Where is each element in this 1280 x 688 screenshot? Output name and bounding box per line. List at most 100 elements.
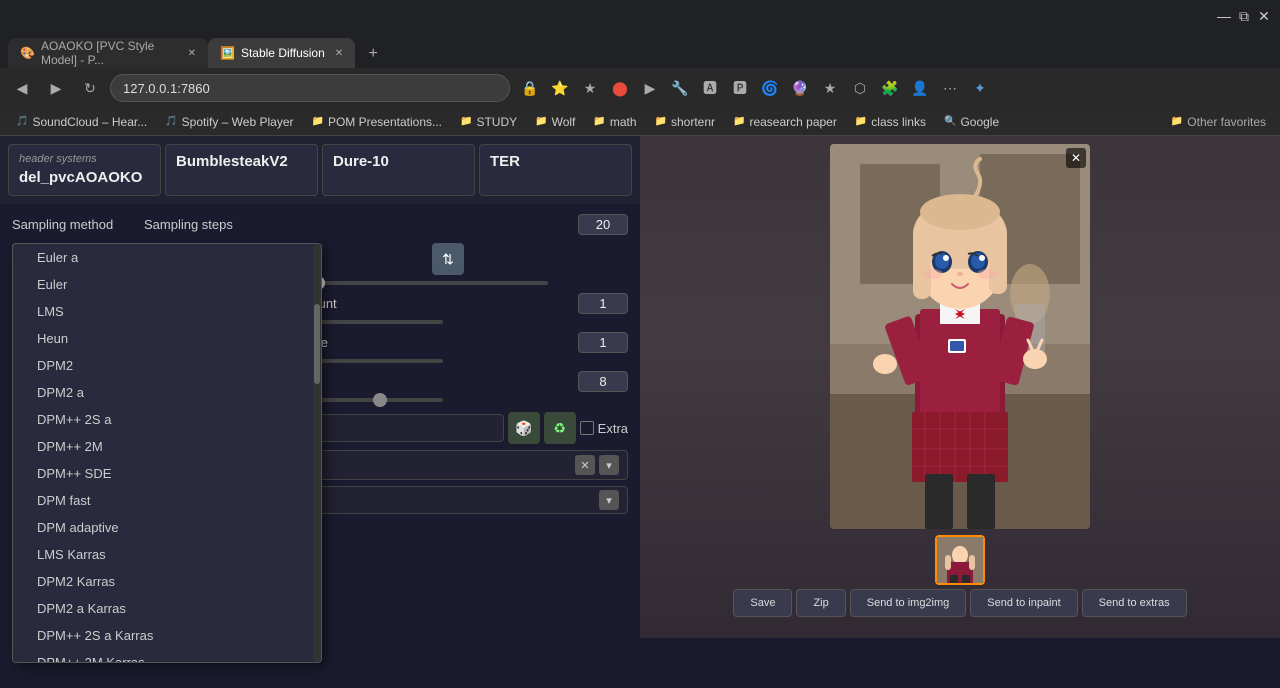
dropdown-item-dpm2m[interactable]: DPM++ 2M [13, 433, 321, 460]
sampling-dropdown-list[interactable]: Euler a Euler LMS Heun DPM2 DPM2 a DPM++… [12, 243, 322, 663]
dropdown-item-euler-a[interactable]: Euler a [13, 244, 321, 271]
browser-chrome: — ⧉ ✕ 🎨 AOAOKO [PVC Style Model] - P... … [0, 0, 1280, 136]
bookmark-google[interactable]: 🔍 Google [936, 113, 1007, 131]
swap-button[interactable]: ⇅ [432, 243, 464, 275]
extension-icon-5[interactable]: 🔧 [666, 74, 694, 102]
cfg-value[interactable]: 8 [578, 371, 628, 392]
recycle-button[interactable]: ♻ [544, 412, 576, 444]
extension-icon-2[interactable]: ⭐ [546, 74, 574, 102]
bookmark-research[interactable]: 📁 reasearch paper [725, 113, 845, 131]
dice-button[interactable]: 🎲 [508, 412, 540, 444]
refresh-button[interactable]: ↻ [76, 74, 104, 102]
dropdown-item-dpmadaptive[interactable]: DPM adaptive [13, 514, 321, 541]
dropdown-scrollbar-thumb[interactable] [314, 304, 320, 384]
cfg-slider-row [268, 398, 628, 402]
dropdown-item-dpm2akarras[interactable]: DPM2 a Karras [13, 595, 321, 622]
zip-button[interactable]: Zip [796, 589, 845, 617]
dropdown-item-lmskarras[interactable]: LMS Karras [13, 541, 321, 568]
extension-icon-6[interactable]: 🅰 [696, 74, 724, 102]
image-close-button[interactable]: ✕ [1066, 148, 1086, 168]
send-img2img-button[interactable]: Send to img2img [850, 589, 967, 617]
dropdown-item-euler[interactable]: Euler [13, 271, 321, 298]
extension-icon-3[interactable]: ★ [576, 74, 604, 102]
bookmark-shortenr[interactable]: 📁 shortenr [647, 113, 723, 131]
bookmark-class[interactable]: 📁 class links [847, 113, 934, 131]
batch-size-row: Batch size 1 [268, 332, 628, 353]
thumbnail-strip [935, 535, 985, 585]
close-icon: ✕ [1071, 151, 1081, 165]
dropdown-item-dpm2a[interactable]: DPM2 a [13, 379, 321, 406]
thumbnail-1[interactable] [935, 535, 985, 585]
extension-icon-11[interactable]: ⬡ [846, 74, 874, 102]
dropdown-item-dpmsde[interactable]: DPM++ SDE [13, 460, 321, 487]
steps-value-box[interactable]: 20 [578, 214, 628, 235]
tab-close-2[interactable]: ✕ [335, 48, 343, 59]
dropdown-item-heun[interactable]: Heun [13, 325, 321, 352]
send-inpaint-button[interactable]: Send to inpaint [970, 589, 1077, 617]
tab-label-2: Stable Diffusion [241, 46, 325, 60]
dropdown-item-dpp2sa[interactable]: DPM++ 2S a [13, 406, 321, 433]
model-card-0[interactable]: header systems del_pvcAOAOKO [8, 144, 161, 196]
batch-count-value[interactable]: 1 [578, 293, 628, 314]
model-card-2[interactable]: Dure-10 [322, 144, 475, 196]
right-panel: ✕ Save [640, 136, 1280, 688]
extension-icon-1[interactable]: 🔒 [516, 74, 544, 102]
dropdown-item-dpm2karras[interactable]: DPM2 Karras [13, 568, 321, 595]
dropdown-scrollbar[interactable] [313, 244, 321, 662]
bookmark-study[interactable]: 📁 STUDY [452, 113, 525, 131]
bookmark-spotify[interactable]: 🎵 Spotify – Web Player [157, 113, 301, 131]
bookmarks-bar: 🎵 SoundCloud – Hear... 🎵 Spotify – Web P… [0, 108, 1280, 136]
new-tab-button[interactable]: + [359, 40, 387, 68]
extra-checkbox[interactable] [580, 421, 594, 435]
copilot-button[interactable]: ✦ [966, 74, 994, 102]
dropdown-item-dpm2[interactable]: DPM2 [13, 352, 321, 379]
bookmark-soundcloud[interactable]: 🎵 SoundCloud – Hear... [8, 113, 155, 131]
dropdown-item-dpmfast[interactable]: DPM fast [13, 487, 321, 514]
bookmark-math[interactable]: 📁 math [585, 113, 644, 131]
tab-stable-diffusion[interactable]: 🖼️ Stable Diffusion ✕ [208, 38, 355, 68]
model-card-3[interactable]: TER [479, 144, 632, 196]
back-button[interactable]: ◀ [8, 74, 36, 102]
bookmark-shortenr-label: shortenr [671, 115, 715, 129]
tab-aoaoko[interactable]: 🎨 AOAOKO [PVC Style Model] - P... ✕ [8, 38, 208, 68]
tab-close-1[interactable]: ✕ [188, 48, 196, 59]
forward-button[interactable]: ▶ [42, 74, 70, 102]
embed-dropdown-btn[interactable]: ▾ [599, 490, 619, 510]
more-menu-button[interactable]: ⋯ [936, 74, 964, 102]
minimize-button[interactable]: — [1216, 8, 1232, 24]
shortenr-icon: 📁 [655, 116, 667, 127]
dropdown-item-lms[interactable]: LMS [13, 298, 321, 325]
extension-icon-lastpass[interactable]: ⬤ [606, 74, 634, 102]
google-icon: 🔍 [944, 116, 956, 127]
save-button[interactable]: Save [733, 589, 792, 617]
extension-icon-9[interactable]: 🔮 [786, 74, 814, 102]
address-input[interactable]: 127.0.0.1:7860 [110, 74, 510, 102]
close-button[interactable]: ✕ [1256, 8, 1272, 24]
extension-icon-4[interactable]: ▶ [636, 74, 664, 102]
extension-icon-8[interactable]: 🌀 [756, 74, 784, 102]
batch-size-value[interactable]: 1 [578, 332, 628, 353]
extension-icon-10[interactable]: ★ [816, 74, 844, 102]
extensions-button[interactable]: 🧩 [876, 74, 904, 102]
send-extras-button[interactable]: Send to extras [1082, 589, 1187, 617]
dropdown-item-dpp2sakarras[interactable]: DPM++ 2S a Karras [13, 622, 321, 649]
bookmark-pom[interactable]: 📁 POM Presentations... [304, 113, 451, 131]
bookmark-soundcloud-label: SoundCloud – Hear... [32, 115, 147, 129]
bookmark-spotify-label: Spotify – Web Player [182, 115, 294, 129]
bottom-action-row: Save Zip Send to img2img Send to inpaint… [648, 589, 1272, 617]
model-card-name-0: del_pvcAOAOKO [19, 169, 142, 186]
model-card-subtitle-0: header systems [19, 153, 150, 165]
lora-close-btn[interactable]: ✕ [575, 455, 595, 475]
bookmark-wolf[interactable]: 📁 Wolf [527, 113, 583, 131]
maximize-button[interactable]: ⧉ [1236, 8, 1252, 24]
extension-icon-7[interactable]: 🅿 [726, 74, 754, 102]
profile-button[interactable]: 👤 [906, 74, 934, 102]
dropdown-item-dpp2mkarras[interactable]: DPM++ 2M Karras [13, 649, 321, 663]
bookmark-pom-label: POM Presentations... [328, 115, 442, 129]
bookmark-google-label: Google [960, 115, 999, 129]
model-card-1[interactable]: BumblesteakV2 [165, 144, 318, 196]
bookmark-study-label: STUDY [476, 115, 517, 129]
bookmark-others[interactable]: 📁 Other favorites [1165, 113, 1272, 131]
cfg-thumb[interactable] [373, 393, 387, 407]
lora-dropdown-btn[interactable]: ▾ [599, 455, 619, 475]
